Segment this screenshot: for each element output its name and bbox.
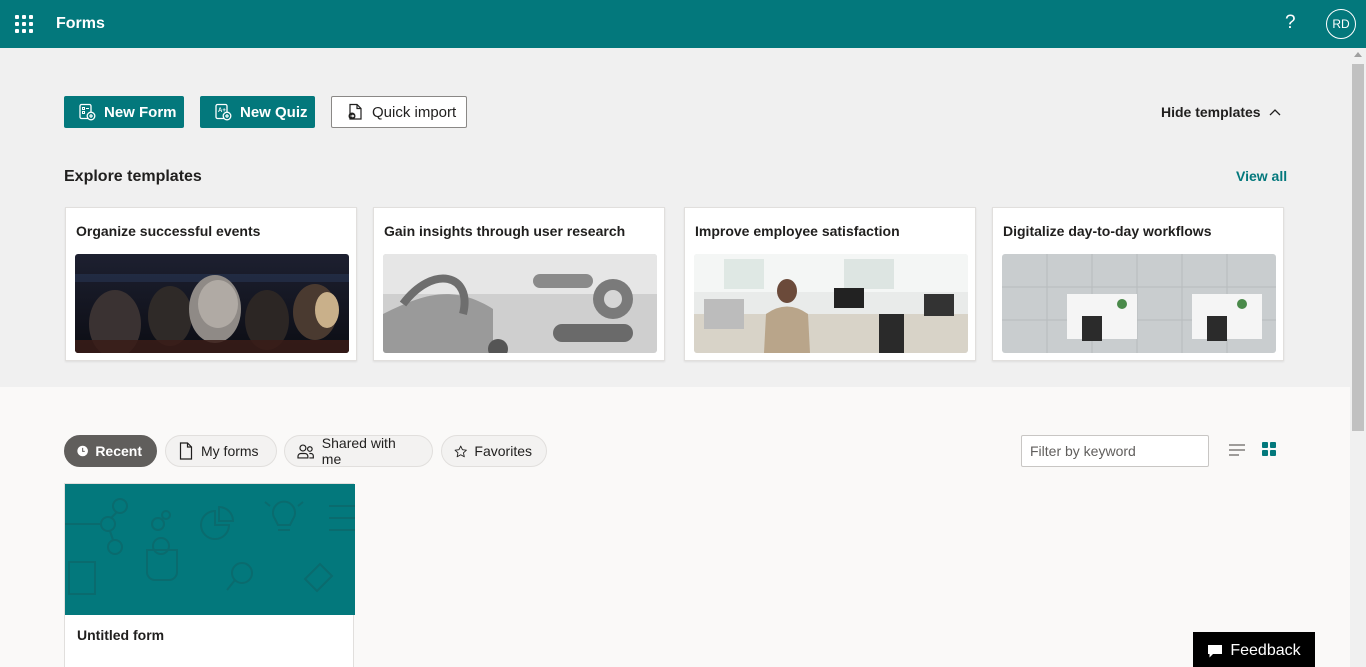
avatar[interactable]: RD: [1326, 9, 1356, 39]
feedback-icon: [1208, 644, 1223, 657]
tab-recent[interactable]: Recent: [64, 435, 157, 467]
new-form-button[interactable]: New Form: [64, 96, 184, 128]
scroll-up-arrow-icon[interactable]: [1354, 52, 1362, 57]
vertical-scrollbar[interactable]: [1350, 48, 1366, 667]
star-icon: [454, 445, 467, 457]
new-quiz-icon: A+: [215, 103, 232, 121]
top-bar: Forms ? RD: [0, 0, 1366, 48]
tab-shared-with-me-label: Shared with me: [321, 435, 396, 467]
filter-keyword-input[interactable]: [1021, 435, 1209, 467]
app-title[interactable]: Forms: [56, 15, 105, 33]
machine-parts-photo: [383, 254, 657, 353]
app-launcher-icon[interactable]: [15, 15, 33, 33]
document-icon: [179, 442, 193, 460]
clock-icon: [77, 445, 88, 457]
tab-my-forms[interactable]: My forms: [165, 435, 277, 467]
form-card[interactable]: Untitled form: [64, 483, 355, 667]
template-card-title: Improve employee satisfaction: [695, 223, 900, 239]
new-quiz-label: New Quiz: [240, 103, 308, 121]
tab-recent-label: Recent: [95, 443, 142, 459]
quick-import-icon: [348, 103, 362, 120]
form-thumbnail: [65, 484, 355, 615]
office-desks-aerial-photo: [1002, 254, 1276, 353]
template-card-events[interactable]: Organize successful events: [65, 207, 357, 361]
office-worker-photo: [694, 254, 968, 353]
template-card-research[interactable]: Gain insights through user research: [373, 207, 665, 361]
quick-import-label: Quick import: [372, 103, 457, 121]
audience-photo: [75, 254, 349, 353]
feedback-button[interactable]: Feedback: [1193, 632, 1315, 667]
template-card-title: Digitalize day-to-day workflows: [1003, 223, 1212, 239]
tab-shared-with-me[interactable]: Shared with me: [284, 435, 433, 467]
template-card-title: Gain insights through user research: [384, 223, 626, 239]
tab-my-forms-label: My forms: [201, 443, 259, 459]
list-view-icon[interactable]: [1228, 441, 1246, 464]
hide-templates-toggle[interactable]: Hide templates: [1161, 104, 1281, 120]
scrollbar-thumb[interactable]: [1352, 64, 1364, 431]
new-form-icon: [79, 103, 96, 121]
chevron-up-icon: [1269, 109, 1281, 116]
template-card-title: Organize successful events: [76, 223, 261, 239]
feedback-label: Feedback: [1230, 642, 1301, 659]
template-card-workflows[interactable]: Digitalize day-to-day workflows: [992, 207, 1284, 361]
people-icon: [297, 444, 314, 459]
grid-view-icon[interactable]: [1261, 441, 1277, 462]
new-quiz-button[interactable]: A+ New Quiz: [200, 96, 315, 128]
template-card-employee[interactable]: Improve employee satisfaction: [684, 207, 976, 361]
view-all-link[interactable]: View all: [1236, 168, 1287, 184]
explore-templates-title: Explore templates: [64, 168, 202, 185]
tab-favorites-label: Favorites: [474, 443, 532, 459]
new-form-label: New Form: [104, 103, 177, 121]
help-icon[interactable]: ?: [1285, 12, 1296, 34]
templates-section: New Form A+ New Quiz Quick import Hide t…: [0, 48, 1350, 387]
quick-import-button[interactable]: Quick import: [331, 96, 467, 128]
form-title: Untitled form: [77, 627, 165, 643]
hide-templates-label: Hide templates: [1161, 104, 1261, 120]
tab-favorites[interactable]: Favorites: [441, 435, 547, 467]
